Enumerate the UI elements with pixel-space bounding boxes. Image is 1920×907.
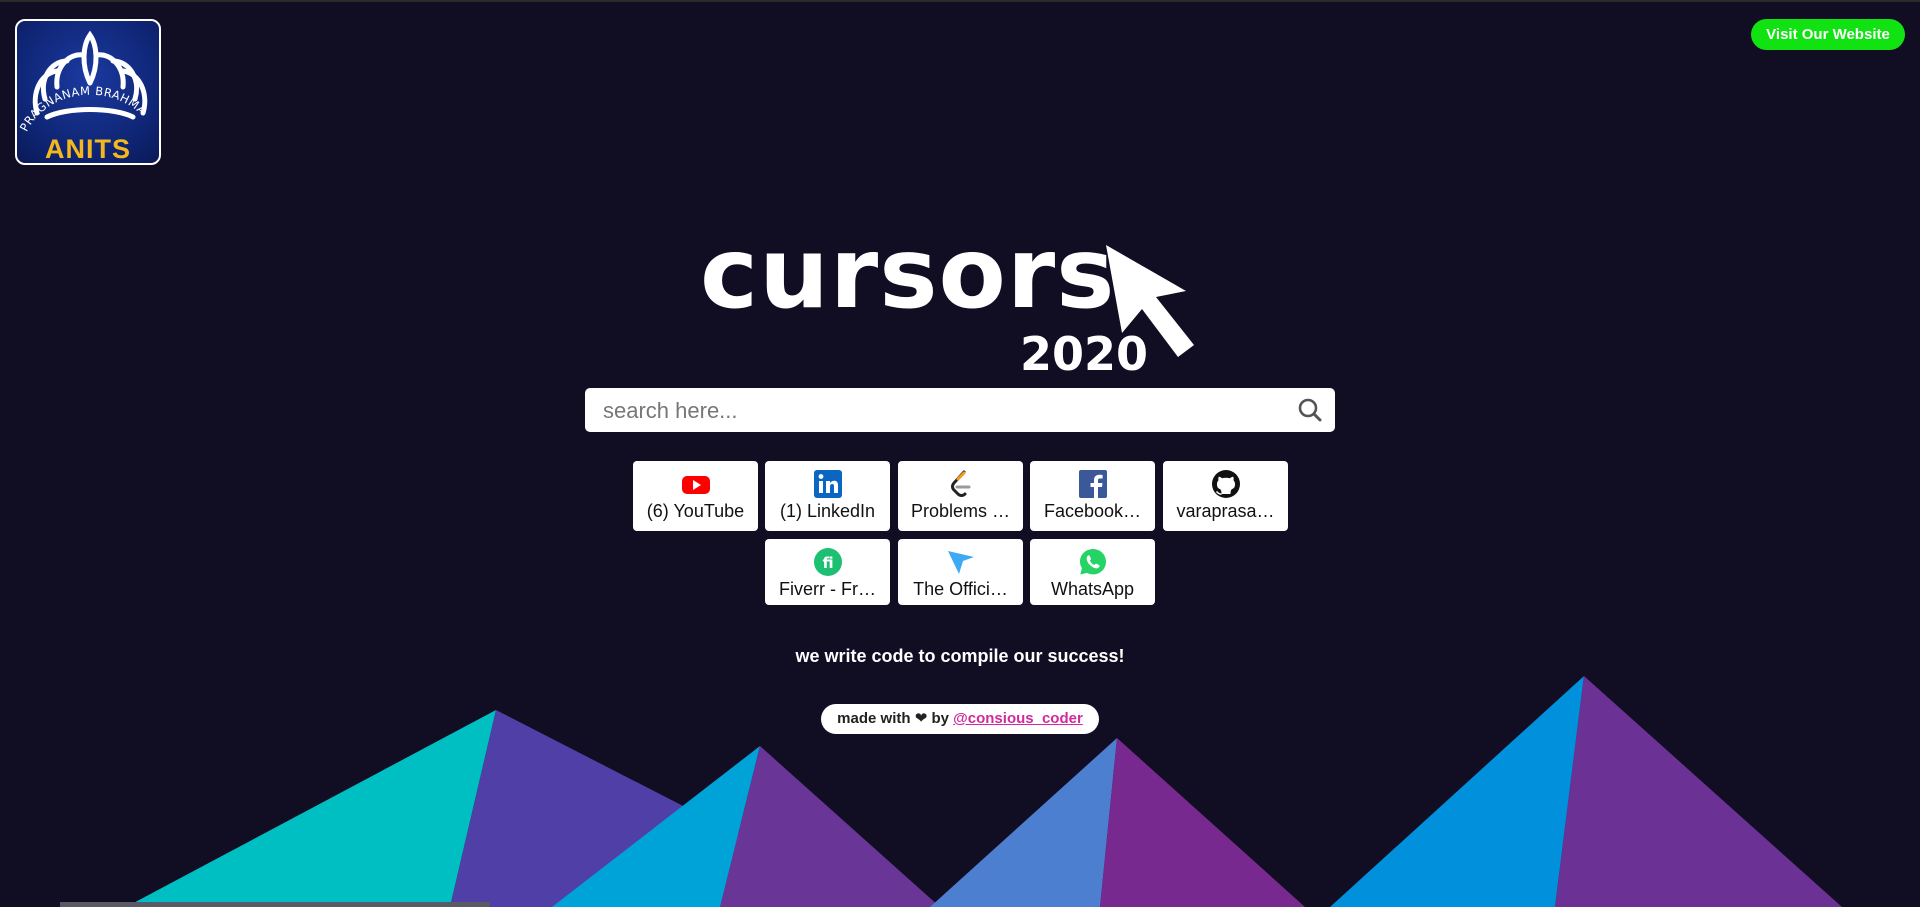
cursor-arrow-icon bbox=[948, 551, 974, 574]
shortcut-label: The Offici… bbox=[913, 579, 1008, 599]
credit-handle-link[interactable]: @consious_coder bbox=[953, 710, 1083, 727]
search-bar[interactable] bbox=[585, 388, 1335, 434]
fiverr-icon: fi bbox=[814, 548, 842, 576]
shortcut-tile-official[interactable]: The Offici… bbox=[898, 539, 1023, 605]
facebook-icon bbox=[1079, 470, 1107, 498]
shortcut-tile-facebook[interactable]: Facebook… bbox=[1030, 461, 1155, 531]
shortcut-label: Fiverr - Fr… bbox=[779, 579, 876, 599]
search-input[interactable] bbox=[601, 388, 1285, 434]
whatsapp-icon bbox=[1080, 549, 1106, 575]
shortcut-label: Problems … bbox=[910, 501, 1011, 521]
shortcut-label: (1) LinkedIn bbox=[779, 501, 876, 521]
top-border bbox=[0, 0, 1920, 2]
shortcut-tile-youtube[interactable]: (6) YouTube bbox=[633, 461, 758, 531]
credit-prefix: made with bbox=[837, 710, 911, 727]
logo-anits-text: ANITS bbox=[45, 134, 131, 164]
shortcut-tile-github[interactable]: varaprasa… bbox=[1163, 461, 1288, 531]
shortcut-label: (6) YouTube bbox=[646, 501, 745, 521]
visit-website-button[interactable]: Visit Our Website bbox=[1751, 19, 1905, 50]
leetcode-icon bbox=[951, 470, 971, 497]
shortcut-tile-whatsapp[interactable]: WhatsApp bbox=[1030, 539, 1155, 605]
horizontal-scrollbar[interactable] bbox=[60, 902, 490, 907]
credit-badge: made with ❤ by @consious_coder bbox=[821, 704, 1099, 734]
youtube-icon bbox=[682, 476, 710, 494]
mountains-decoration bbox=[126, 676, 1842, 907]
linkedin-icon bbox=[814, 470, 842, 498]
cursor-arrow-icon bbox=[1106, 245, 1194, 357]
hero-word: cursors bbox=[700, 217, 1116, 331]
svg-text:fi: fi bbox=[822, 554, 833, 572]
shortcut-tile-linkedin[interactable]: (1) LinkedIn bbox=[765, 461, 890, 531]
shortcut-label: varaprasa… bbox=[1176, 501, 1275, 521]
shortcut-tile-fiverr[interactable]: fi Fiverr - Fr… bbox=[765, 539, 890, 605]
shortcut-tile-problems[interactable]: Problems … bbox=[898, 461, 1023, 531]
shortcut-label: Facebook… bbox=[1043, 501, 1142, 521]
credit-by: by bbox=[931, 710, 949, 727]
github-icon bbox=[1212, 470, 1240, 498]
shortcut-label: WhatsApp bbox=[1050, 579, 1135, 599]
hero-logo: cursors 2020 bbox=[690, 217, 1210, 381]
search-icon[interactable] bbox=[1297, 397, 1323, 423]
college-logo[interactable]: PRAGNANAM BRAHMA ANITS bbox=[15, 19, 161, 165]
heart-icon: ❤ bbox=[914, 710, 928, 727]
